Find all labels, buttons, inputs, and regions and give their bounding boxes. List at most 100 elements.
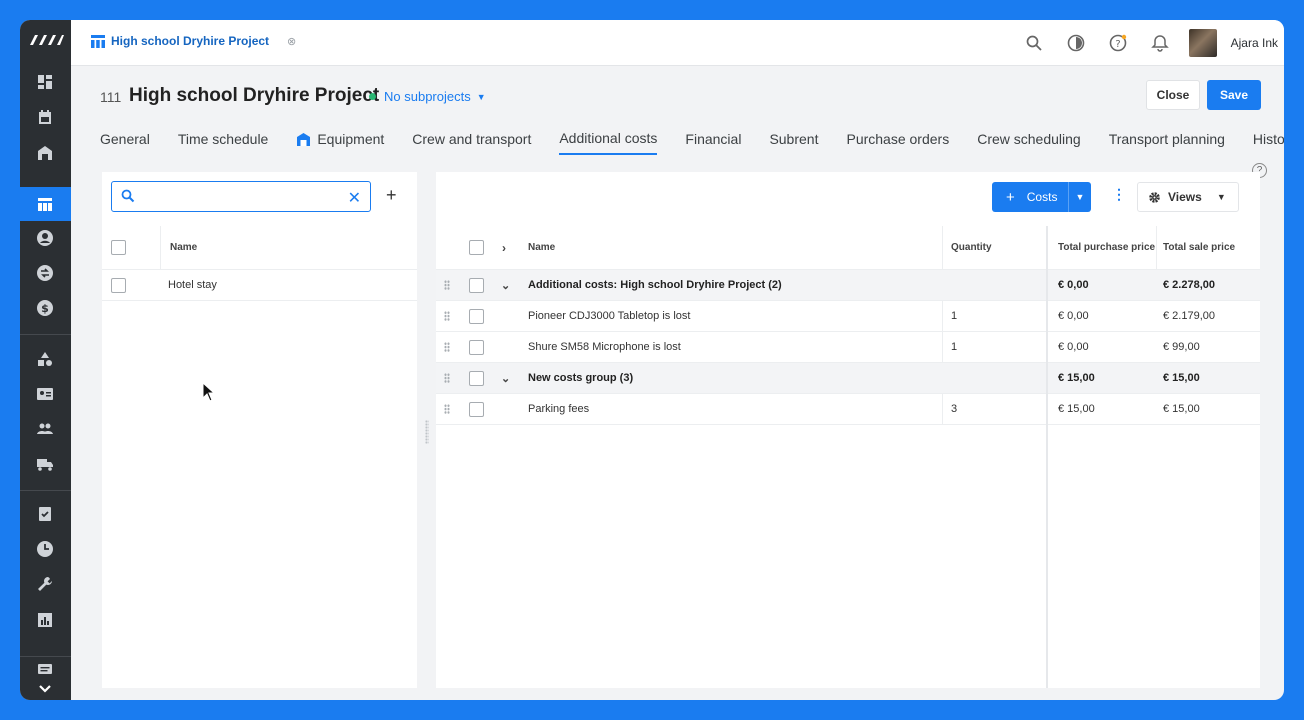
projects-icon[interactable] [34, 193, 56, 215]
list-item[interactable]: Hotel stay [102, 270, 417, 301]
tab-history[interactable]: Histor [1253, 130, 1284, 155]
table-header: Name [102, 226, 417, 270]
add-costs-label: Costs [1026, 190, 1058, 204]
views-button[interactable]: Views ▼ [1137, 182, 1239, 212]
row-checkbox[interactable] [469, 340, 484, 355]
clear-search-icon[interactable]: ✕ [348, 188, 361, 208]
drag-handle-icon[interactable] [444, 404, 450, 414]
tab-additional-costs[interactable]: Additional costs [559, 130, 658, 155]
expand-all-chevron-icon[interactable]: › [502, 226, 506, 269]
row-checkbox[interactable] [111, 278, 126, 293]
tasks-icon[interactable] [34, 503, 56, 525]
tab-time-schedule[interactable]: Time schedule [178, 130, 269, 155]
cost-templates-panel: ✕ + Name Hotel stay [102, 172, 417, 688]
wrench-icon[interactable] [34, 573, 56, 595]
search-input[interactable]: ✕ [111, 181, 371, 212]
sale-price-cell: € 2.278,00 [1163, 279, 1215, 291]
collapse-group-chevron-icon[interactable]: ⌄ [501, 270, 510, 300]
truck-icon[interactable] [34, 453, 56, 475]
add-costs-dropdown-icon[interactable]: ▼ [1068, 182, 1091, 212]
tab-crew-scheduling[interactable]: Crew scheduling [977, 130, 1081, 155]
app-logo-icon[interactable] [28, 32, 64, 48]
clock-icon[interactable] [34, 538, 56, 560]
search-icon[interactable] [1023, 32, 1045, 54]
cost-name: Pioneer CDJ3000 Tabletop is lost [528, 310, 691, 322]
chevron-down-icon[interactable] [34, 678, 56, 700]
tab-financial[interactable]: Financial [685, 130, 741, 155]
quantity-cell[interactable]: 1 [951, 332, 957, 362]
column-header-name[interactable]: Name [528, 226, 555, 269]
collapse-group-chevron-icon[interactable]: ⌄ [501, 363, 510, 393]
additional-costs-grid: + Costs ▼ ⋮ Views ▼ › Name Quantity Tota… [436, 172, 1260, 688]
finance-icon[interactable]: $ [34, 297, 56, 319]
people-icon[interactable] [34, 418, 56, 440]
drag-handle-icon[interactable] [444, 373, 450, 383]
table-row[interactable]: Shure SM58 Microphone is lost 1 € 0,00 €… [436, 332, 1260, 363]
crew-card-icon[interactable] [34, 383, 56, 405]
theme-toggle-icon[interactable] [1065, 32, 1087, 54]
caret-down-icon: ▼ [476, 91, 486, 102]
tab-crew-and-transport[interactable]: Crew and transport [412, 130, 531, 155]
close-tab-icon[interactable]: ⊗ [287, 35, 296, 48]
calendar-icon[interactable] [34, 106, 56, 128]
sale-price-cell: € 15,00 [1163, 372, 1200, 384]
table-row[interactable]: Pioneer CDJ3000 Tabletop is lost 1 € 0,0… [436, 301, 1260, 332]
row-checkbox[interactable] [469, 278, 484, 293]
drag-handle-icon[interactable] [444, 342, 450, 352]
column-header-total-purchase-price[interactable]: Total purchase price [1058, 226, 1155, 269]
cost-name: Shure SM58 Microphone is lost [528, 341, 681, 353]
drag-handle-icon[interactable] [444, 311, 450, 321]
quantity-cell[interactable]: 1 [951, 301, 957, 331]
item-name: Hotel stay [168, 279, 217, 291]
drag-handle-icon[interactable] [444, 280, 450, 290]
user-name[interactable]: Ajara Ink [1231, 36, 1278, 50]
warehouse-icon [297, 133, 311, 146]
notifications-bell-icon[interactable] [1149, 32, 1171, 54]
row-checkbox[interactable] [469, 309, 484, 324]
select-all-checkbox[interactable] [111, 240, 126, 255]
panel-resize-handle[interactable] [425, 420, 429, 444]
purchase-price-cell: € 0,00 [1058, 341, 1089, 353]
close-button[interactable]: Close [1146, 80, 1200, 110]
tab-general[interactable]: General [100, 130, 150, 155]
row-checkbox[interactable] [469, 402, 484, 417]
group-row[interactable]: ⌄ New costs group (3) € 15,00 € 15,00 [436, 363, 1260, 394]
avatar[interactable] [1188, 29, 1217, 57]
shapes-icon[interactable] [34, 348, 56, 370]
select-all-checkbox[interactable] [469, 240, 484, 255]
tab-label: Crew and transport [412, 131, 532, 147]
cost-name: Parking fees [528, 403, 590, 415]
group-row[interactable]: ⌄ Additional costs: High school Dryhire … [436, 270, 1260, 301]
reports-icon[interactable] [34, 609, 56, 631]
dashboard-icon[interactable] [34, 71, 56, 93]
column-header-total-sale-price[interactable]: Total sale price [1163, 226, 1235, 269]
help-icon[interactable]: ? [1107, 32, 1129, 54]
column-header-name[interactable]: Name [170, 226, 197, 269]
row-checkbox[interactable] [469, 371, 484, 386]
views-label: Views [1168, 190, 1202, 204]
exchange-icon[interactable] [34, 262, 56, 284]
add-costs-button[interactable]: + Costs ▼ [992, 182, 1091, 212]
tab-subrent[interactable]: Subrent [769, 130, 818, 155]
add-item-button[interactable]: + [386, 185, 397, 206]
column-divider [942, 332, 943, 363]
purchase-price-cell: € 15,00 [1058, 403, 1095, 415]
tab-transport-planning[interactable]: Transport planning [1109, 130, 1225, 155]
quantity-cell[interactable]: 3 [951, 394, 957, 424]
warehouse-icon[interactable] [34, 142, 56, 164]
tab-purchase-orders[interactable]: Purchase orders [846, 130, 949, 155]
svg-text:?: ? [1115, 39, 1120, 50]
contacts-icon[interactable] [34, 227, 56, 249]
subprojects-dropdown[interactable]: No subprojects ▼ [369, 89, 486, 104]
save-button[interactable]: Save [1207, 80, 1261, 110]
open-document-tab[interactable]: High school Dryhire Project ⊗ [91, 34, 296, 48]
tab-label: Equipment [317, 131, 385, 147]
table-row[interactable]: Parking fees 3 € 15,00 € 15,00 [436, 394, 1260, 425]
column-header-quantity[interactable]: Quantity [951, 226, 992, 269]
tab-equipment[interactable]: Equipment [296, 130, 384, 155]
plus-icon: + [1006, 188, 1015, 206]
rail-divider [20, 490, 71, 491]
sidebar-rail: $ [20, 20, 71, 700]
sale-price-cell: € 15,00 [1163, 403, 1200, 415]
more-options-icon[interactable]: ⋮ [1112, 186, 1126, 203]
